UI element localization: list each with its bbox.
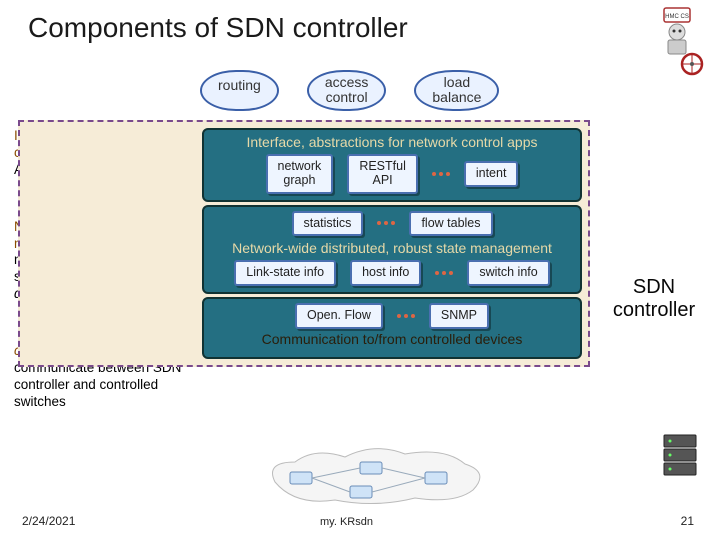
box-restful-api: RESTful API xyxy=(347,154,418,194)
page-number: 21 xyxy=(681,514,694,528)
layer-interface-title: Interface, abstractions for network cont… xyxy=(212,134,572,150)
controller-outline: Interface, abstractions for network cont… xyxy=(18,120,590,367)
ellipsis-icon xyxy=(432,172,450,176)
box-link-state: Link-state info xyxy=(234,260,336,286)
layer-state-title: Network-wide distributed, robust state m… xyxy=(212,240,572,256)
box-host-info: host info xyxy=(350,260,421,286)
network-cloud-icon xyxy=(255,442,495,508)
box-openflow: Open. Flow xyxy=(295,303,383,329)
ellipsis-icon xyxy=(377,221,395,225)
app-bubbles: routing access control load balance xyxy=(200,70,499,111)
slide-title: Components of SDN controller xyxy=(0,0,720,44)
svg-text:HMC CS: HMC CS xyxy=(665,14,689,20)
box-snmp: SNMP xyxy=(429,303,489,329)
ellipsis-icon xyxy=(435,271,453,275)
bubble-load: load balance xyxy=(414,70,499,111)
controller-diagram: Interface, abstractions for network cont… xyxy=(18,120,590,367)
bubble-routing: routing xyxy=(200,70,279,111)
layer-state: statistics flow tables Network-wide dist… xyxy=(202,205,582,295)
box-flow-tables: flow tables xyxy=(409,211,492,237)
bubble-access: access control xyxy=(307,70,387,111)
server-stack-icon xyxy=(662,433,698,485)
layer-communication: Open. Flow SNMP Communication to/from co… xyxy=(202,297,582,359)
sdn-controller-label: SDN controller xyxy=(594,276,714,322)
box-switch-info: switch info xyxy=(467,260,549,286)
robot-decoration: HMC CS xyxy=(638,6,708,76)
box-statistics: statistics xyxy=(292,211,364,237)
layer-interface: Interface, abstractions for network cont… xyxy=(202,128,582,202)
ellipsis-icon xyxy=(397,314,415,318)
layer-comm-title: Communication to/from controlled devices xyxy=(212,331,572,347)
box-network-graph: network graph xyxy=(266,154,334,194)
box-intent: intent xyxy=(464,161,519,187)
footer-date: 2/24/2021 xyxy=(22,514,75,528)
footer-source: my. KRsdn xyxy=(320,516,373,528)
